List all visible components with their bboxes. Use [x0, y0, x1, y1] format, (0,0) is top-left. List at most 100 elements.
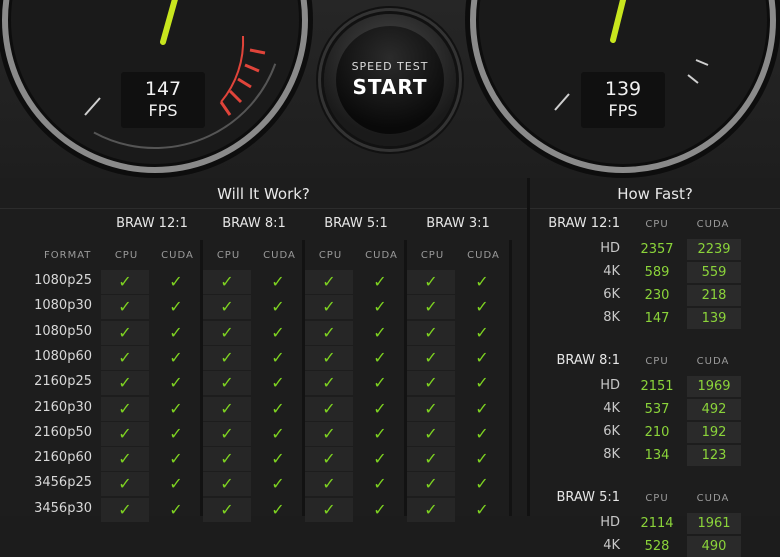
check-icon: ✓: [203, 421, 251, 446]
check-icon: ✓: [271, 499, 285, 519]
check-icon: ✓: [169, 373, 183, 393]
check-icon: ✓: [373, 347, 387, 367]
read-fps-value: 139: [604, 78, 642, 100]
check-icon: ✓: [101, 295, 149, 320]
will-it-work-panel: Will It Work? FORMAT BRAW 12:1 CPU CUDA BRA…: [0, 178, 527, 522]
check-icon: ✓: [475, 449, 489, 469]
codec-header: BRAW 8:1: [222, 216, 286, 231]
check-icon: ✓: [305, 295, 353, 320]
check-icon: ✓: [475, 474, 489, 494]
check-icon: ✓: [203, 345, 251, 370]
column-separator: [509, 240, 512, 516]
resolution-label: 6K: [603, 287, 620, 302]
cuda-fps-value: 123: [687, 445, 741, 466]
cpu-fps-value: 230: [644, 288, 670, 303]
sub-column-header: CUDA: [467, 250, 500, 261]
cuda-fps-value: 2239: [687, 239, 741, 260]
cpu-fps-value: 210: [644, 425, 670, 440]
how-fast-sub-header: CUDA: [696, 356, 730, 367]
how-fast-panel: How Fast? BRAW 12:1 CPU CUDA HD 2357 2239 4K 58…: [530, 178, 780, 557]
check-icon: ✓: [407, 421, 455, 446]
check-icon: ✓: [373, 423, 387, 443]
sub-column-header: CPU: [420, 250, 445, 261]
check-icon: ✓: [101, 270, 149, 294]
sub-column-header: CUDA: [161, 250, 194, 261]
cuda-fps-value: 1969: [687, 376, 741, 397]
check-icon: ✓: [407, 371, 455, 396]
check-icon: ✓: [305, 447, 353, 472]
check-icon: ✓: [101, 345, 149, 370]
resolution-label: 4K: [603, 401, 620, 416]
check-icon: ✓: [407, 270, 455, 294]
check-icon: ✓: [305, 421, 353, 446]
check-icon: ✓: [475, 423, 489, 443]
write-fps-display: 147 FPS: [121, 72, 205, 128]
format-row-label: 1080p25: [34, 273, 92, 288]
format-row-label: 3456p30: [34, 500, 92, 516]
cuda-fps-value: 218: [687, 285, 741, 306]
check-icon: ✓: [373, 272, 387, 291]
sub-column-header: CPU: [114, 250, 139, 261]
cpu-fps-value: 589: [644, 265, 670, 280]
read-fps-display: 139 FPS: [581, 72, 665, 128]
cpu-fps-value: 2357: [640, 242, 674, 257]
speed-test-start-button[interactable]: SPEED TEST START: [324, 14, 456, 146]
how-fast-sub-header: CPU: [645, 356, 669, 367]
cpu-fps-value: 2151: [640, 379, 674, 394]
check-icon: ✓: [203, 447, 251, 472]
check-icon: ✓: [169, 423, 183, 443]
speed-test-header: 147 FPS 139 FPS SPEED TEST START: [0, 0, 780, 178]
format-row-label: 3456p25: [34, 475, 92, 491]
cuda-fps-value: 490: [687, 536, 741, 557]
cuda-fps-value: 1961: [687, 513, 741, 534]
cuda-fps-value: 139: [687, 308, 741, 329]
check-icon: ✓: [101, 447, 149, 472]
start-button-face[interactable]: SPEED TEST START: [336, 26, 444, 134]
check-icon: ✓: [305, 371, 353, 396]
check-icon: ✓: [407, 472, 455, 497]
resolution-label: 6K: [603, 424, 620, 439]
check-icon: ✓: [373, 398, 387, 418]
check-icon: ✓: [203, 497, 251, 522]
check-icon: ✓: [373, 373, 387, 393]
check-icon: ✓: [169, 499, 183, 519]
cpu-fps-value: 147: [644, 311, 670, 326]
resolution-label: 4K: [603, 264, 620, 279]
check-icon: ✓: [407, 320, 455, 345]
check-icon: ✓: [475, 499, 489, 519]
check-icon: ✓: [305, 497, 353, 522]
resolution-label: HD: [600, 241, 620, 256]
check-icon: ✓: [305, 472, 353, 497]
resolution-label: 8K: [603, 447, 620, 462]
check-icon: ✓: [475, 398, 489, 418]
check-icon: ✓: [475, 347, 489, 367]
how-fast-title: How Fast?: [530, 178, 780, 209]
cpu-fps-value: 134: [644, 448, 670, 463]
codec-header: BRAW 3:1: [426, 216, 490, 231]
speed-test-label: SPEED TEST: [351, 60, 429, 73]
check-icon: ✓: [203, 320, 251, 345]
check-icon: ✓: [169, 398, 183, 418]
format-row-label: 2160p25: [34, 374, 92, 390]
check-icon: ✓: [203, 270, 251, 294]
check-icon: ✓: [373, 499, 387, 519]
check-icon: ✓: [101, 396, 149, 421]
write-fps-unit: FPS: [148, 101, 178, 120]
format-column-header: FORMAT: [44, 250, 92, 261]
cpu-fps-value: 537: [644, 402, 670, 417]
sub-column-header: CPU: [318, 250, 343, 261]
cuda-fps-value: 192: [687, 422, 741, 443]
check-icon: ✓: [407, 447, 455, 472]
check-icon: ✓: [475, 297, 489, 317]
check-icon: ✓: [203, 371, 251, 396]
cpu-fps-value: 528: [644, 539, 670, 554]
check-icon: ✓: [101, 472, 149, 497]
check-icon: ✓: [271, 373, 285, 393]
check-icon: ✓: [407, 497, 455, 522]
format-row-label: 2160p60: [34, 450, 92, 466]
check-icon: ✓: [373, 322, 387, 342]
check-icon: ✓: [271, 398, 285, 418]
check-icon: ✓: [271, 297, 285, 317]
sub-column-header: CUDA: [263, 250, 296, 261]
how-fast-sub-header: CUDA: [696, 219, 730, 230]
